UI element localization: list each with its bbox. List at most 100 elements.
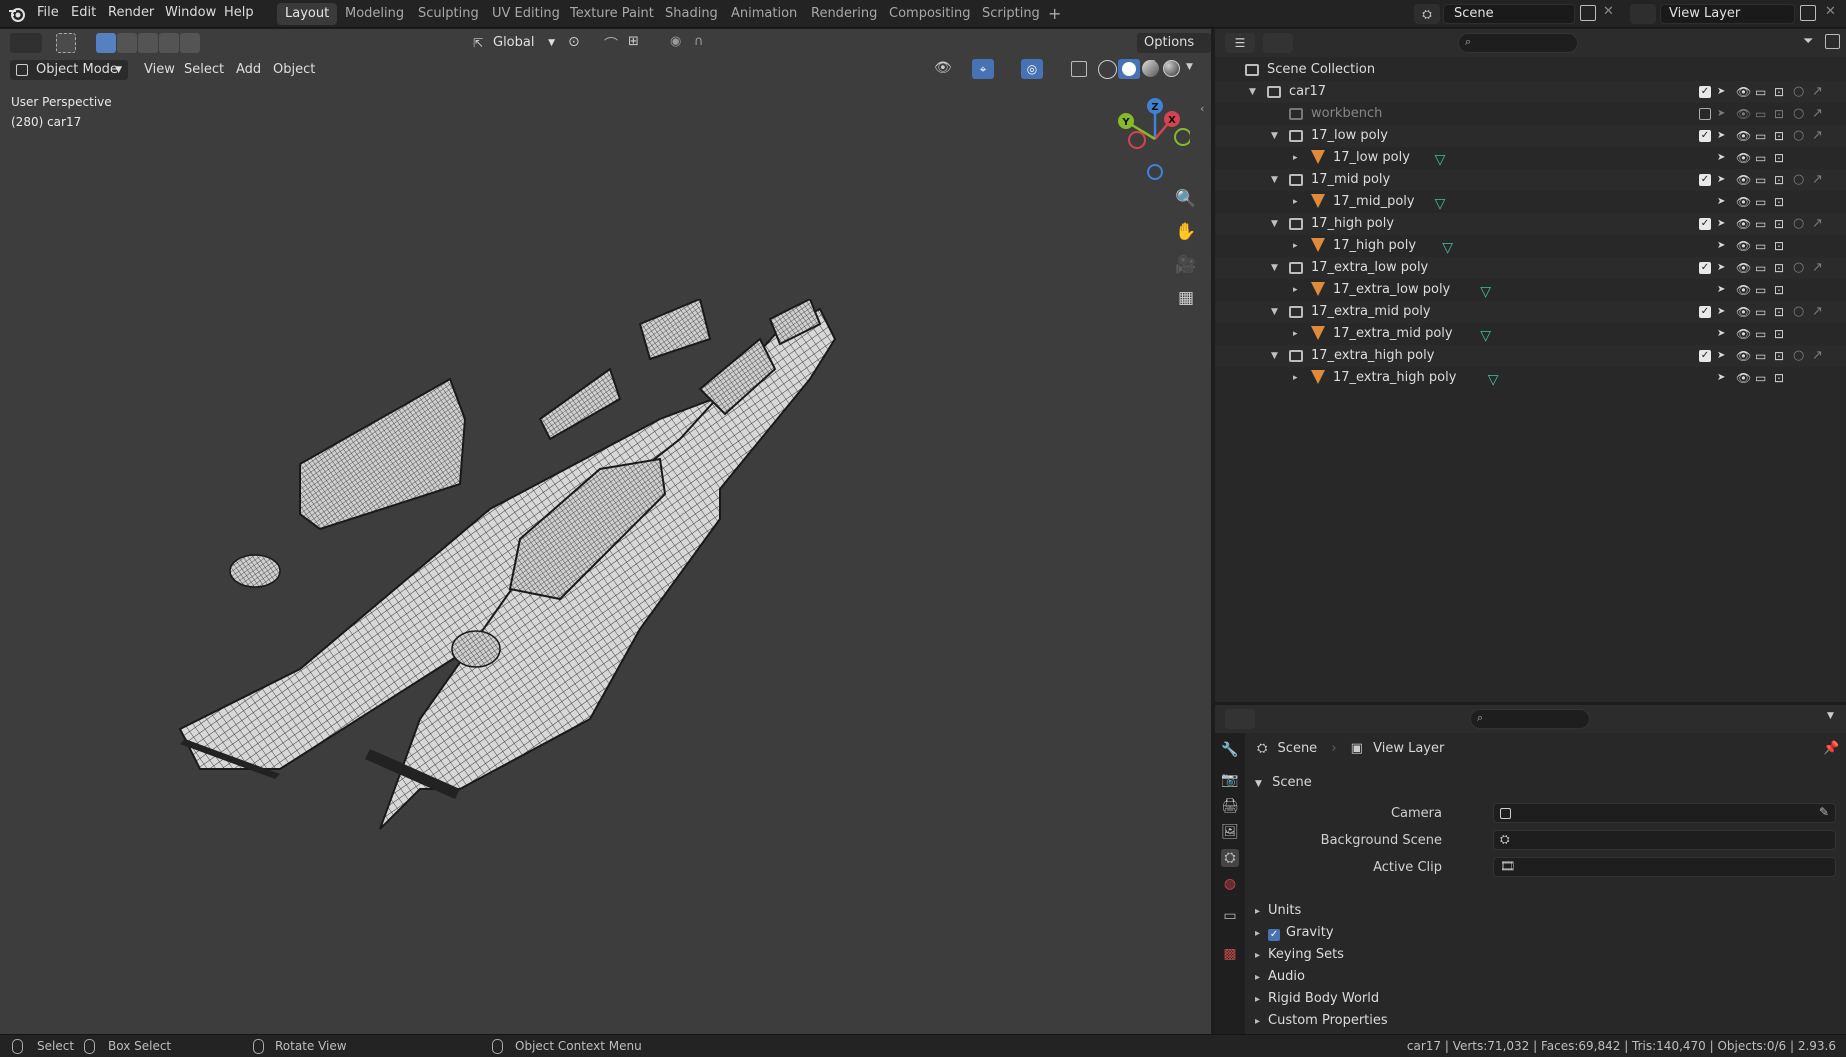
camera-render-icon[interactable]: ⊡ xyxy=(1774,191,1784,213)
scene-tab-icon[interactable]: ⛭ xyxy=(1221,849,1239,867)
viewport-menu-add[interactable]: Add xyxy=(229,60,268,80)
falloff-icon[interactable]: ∩ xyxy=(694,34,704,49)
select-arrow-icon[interactable]: ➤ xyxy=(1717,345,1725,367)
exclude-checkbox[interactable]: ✓ xyxy=(1699,262,1711,274)
outliner-item-label[interactable]: 17_mid_poly xyxy=(1333,191,1415,213)
indirect-only-icon[interactable]: ↗ xyxy=(1812,257,1823,279)
eye-icon[interactable]: 👁 xyxy=(1736,367,1751,389)
exclude-checkbox[interactable]: ✓ xyxy=(1699,350,1711,362)
blender-logo-icon[interactable] xyxy=(8,5,26,23)
select-new-icon[interactable] xyxy=(96,33,116,53)
expand-toggle-icon[interactable]: ▸ xyxy=(1293,367,1298,389)
holdout-icon[interactable]: ○ xyxy=(1793,81,1804,103)
pivot-point-icon[interactable]: ⊙ xyxy=(568,34,580,50)
collapse-toggle-icon[interactable]: ▼ xyxy=(1271,345,1278,367)
workspace-tab-animation[interactable]: Animation xyxy=(723,3,805,25)
holdout-icon[interactable]: ○ xyxy=(1793,125,1804,147)
3d-viewport[interactable]: ⇱ Global ▼ ⊙ ⌒ ⊞ ◉ ∩ Options ▼ Object Mo… xyxy=(0,29,1211,1034)
subpanel-units[interactable]: ▸ Units xyxy=(1255,903,1301,918)
navigation-gizmo[interactable]: Z X Y xyxy=(1110,97,1190,187)
expand-toggle-icon[interactable]: ▸ xyxy=(1255,950,1260,961)
camera-render-icon[interactable]: ⊡ xyxy=(1774,301,1784,323)
viewport-menu-select[interactable]: Select xyxy=(177,60,231,80)
select-arrow-icon[interactable]: ➤ xyxy=(1717,213,1725,235)
outliner-collection-row[interactable]: ▼ 17_high poly ✓ ➤ 👁 ▭ ⊡ ○ ↗ xyxy=(1215,213,1846,235)
eye-icon[interactable]: 👁 xyxy=(1736,81,1751,103)
wireframe-model[interactable] xyxy=(160,299,1010,939)
outliner-item-label[interactable]: 17_extra_high poly xyxy=(1311,345,1434,367)
menu-file[interactable]: File xyxy=(37,5,59,20)
camera-render-icon[interactable]: ⊡ xyxy=(1774,81,1784,103)
proportional-edit-icon[interactable]: ◉ xyxy=(670,34,681,49)
monitor-icon[interactable]: ▭ xyxy=(1755,191,1766,213)
visibility-icon[interactable]: 👁 xyxy=(934,60,952,76)
outliner-collection-row[interactable]: ▼ 17_low poly ✓ ➤ 👁 ▭ ⊡ ○ ↗ xyxy=(1215,125,1846,147)
select-arrow-icon[interactable]: ➤ xyxy=(1717,81,1725,103)
holdout-icon[interactable]: ○ xyxy=(1793,103,1804,125)
background-scene-field[interactable]: ⛭ xyxy=(1493,830,1836,850)
select-arrow-icon[interactable]: ➤ xyxy=(1717,125,1725,147)
expand-toggle-icon[interactable]: ▸ xyxy=(1293,191,1298,213)
outliner-item-label[interactable]: 17_high poly xyxy=(1311,213,1394,235)
indirect-only-icon[interactable]: ↗ xyxy=(1812,125,1823,147)
output-tab-icon[interactable]: 🖨 xyxy=(1221,797,1239,815)
holdout-icon[interactable]: ○ xyxy=(1793,169,1804,191)
collapse-toggle-icon[interactable]: ▼ xyxy=(1271,257,1278,279)
wireframe-shading-icon[interactable] xyxy=(1098,60,1117,79)
outliner-item-label[interactable]: Scene Collection xyxy=(1267,59,1375,81)
outliner-collection-row[interactable]: ▼ 17_mid poly ✓ ➤ 👁 ▭ ⊡ ○ ↗ xyxy=(1215,169,1846,191)
eye-icon[interactable]: 👁 xyxy=(1736,191,1751,213)
select-subtract-icon[interactable] xyxy=(138,33,158,53)
eye-icon[interactable]: 👁 xyxy=(1736,345,1751,367)
mesh-data-icon[interactable]: ▽ xyxy=(1442,237,1453,259)
properties-options-icon[interactable]: ▼ xyxy=(1827,711,1834,721)
eye-icon[interactable]: 👁 xyxy=(1736,103,1751,125)
select-extend-icon[interactable] xyxy=(117,33,137,53)
indirect-only-icon[interactable]: ↗ xyxy=(1812,301,1823,323)
eye-icon[interactable]: 👁 xyxy=(1736,235,1751,257)
workspace-tab-sculpting[interactable]: Sculpting xyxy=(410,3,487,25)
xray-toggle-icon[interactable] xyxy=(1071,61,1087,77)
exclude-checkbox[interactable]: ✓ xyxy=(1699,86,1711,98)
select-arrow-icon[interactable]: ➤ xyxy=(1717,301,1725,323)
outliner-editor-type-icon[interactable]: ☰ xyxy=(1225,33,1255,53)
outliner-object-row[interactable]: ▸ 17_extra_high poly ▽ ➤ 👁 ▭ ⊡ xyxy=(1215,367,1846,389)
camera-view-icon[interactable]: 🎥 xyxy=(1174,253,1198,277)
workspace-tab-compositing[interactable]: Compositing xyxy=(881,3,979,25)
render-tab-icon[interactable]: 📷 xyxy=(1221,771,1239,789)
camera-field[interactable]: ✎ xyxy=(1493,803,1836,823)
rendered-shading-icon[interactable] xyxy=(1163,60,1180,77)
expand-toggle-icon[interactable]: ▸ xyxy=(1255,1016,1260,1027)
view-layer-tab-icon[interactable]: 🖼 xyxy=(1221,823,1239,841)
monitor-icon[interactable]: ▭ xyxy=(1755,125,1766,147)
monitor-icon[interactable]: ▭ xyxy=(1755,147,1766,169)
outliner-object-row[interactable]: ▸ 17_low poly ▽ ➤ 👁 ▭ ⊡ xyxy=(1215,147,1846,169)
gravity-checkbox[interactable]: ✓ xyxy=(1268,929,1281,941)
outliner-collection-row[interactable]: Scene Collection xyxy=(1215,59,1846,81)
monitor-icon[interactable]: ▭ xyxy=(1755,345,1766,367)
outliner-item-label[interactable]: workbench xyxy=(1311,103,1382,125)
outliner-collection-row[interactable]: ▼ 17_extra_high poly ✓ ➤ 👁 ▭ ⊡ ○ ↗ xyxy=(1215,345,1846,367)
indirect-only-icon[interactable]: ↗ xyxy=(1812,103,1823,125)
mesh-data-icon[interactable]: ▽ xyxy=(1435,149,1446,171)
holdout-icon[interactable]: ○ xyxy=(1793,345,1804,367)
tool-tab-icon[interactable]: 🔧 xyxy=(1221,741,1239,759)
exclude-checkbox[interactable]: ✓ xyxy=(1699,218,1711,230)
transform-orientation-dropdown[interactable]: Global ▼ xyxy=(493,32,555,54)
expand-toggle-icon[interactable]: ▸ xyxy=(1293,323,1298,345)
camera-render-icon[interactable]: ⊡ xyxy=(1774,367,1784,389)
view-layer-icon[interactable] xyxy=(1630,4,1656,24)
scene-selector-icon[interactable]: ⛭ xyxy=(1414,4,1440,24)
subpanel-rigid-body-world[interactable]: ▸ Rigid Body World xyxy=(1255,991,1379,1006)
camera-render-icon[interactable]: ⊡ xyxy=(1774,323,1784,345)
holdout-icon[interactable]: ○ xyxy=(1793,301,1804,323)
menu-window[interactable]: Window xyxy=(165,5,216,20)
gizmo-toggle-icon[interactable]: ⌖ xyxy=(972,59,994,79)
outliner-object-row[interactable]: ▸ 17_high poly ▽ ➤ 👁 ▭ ⊡ xyxy=(1215,235,1846,257)
collection-tab-icon[interactable]: ▭ xyxy=(1221,907,1239,925)
eye-icon[interactable]: 👁 xyxy=(1736,323,1751,345)
monitor-icon[interactable]: ▭ xyxy=(1755,213,1766,235)
eye-icon[interactable]: 👁 xyxy=(1736,213,1751,235)
outliner-search-input[interactable]: ⌕ xyxy=(1458,33,1578,53)
expand-toggle-icon[interactable]: ▸ xyxy=(1293,279,1298,301)
